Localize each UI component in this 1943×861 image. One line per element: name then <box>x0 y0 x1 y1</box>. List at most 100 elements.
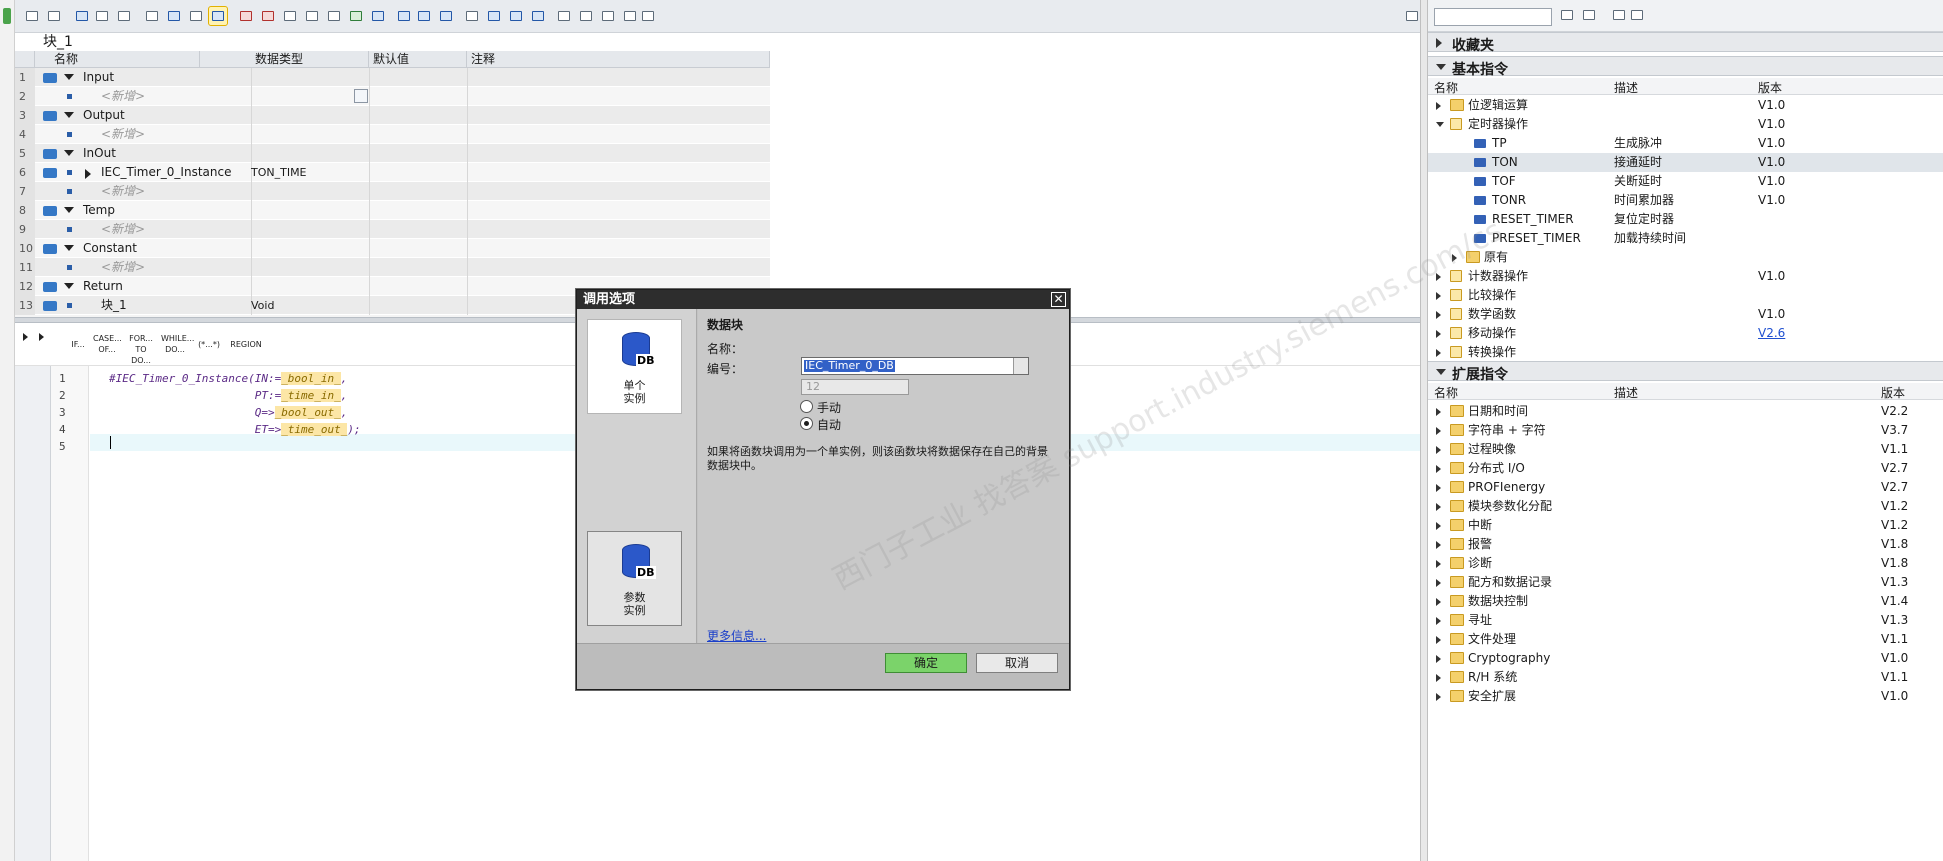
toolbar-button-21[interactable] <box>485 7 503 25</box>
expand-arrow-icon[interactable] <box>1436 617 1441 625</box>
interface-row[interactable]: 6 IEC_Timer_0_Instance TON_TIME <box>15 163 770 182</box>
extended-instruction-item[interactable]: 中断 V1.2 <box>1428 516 1943 535</box>
type-dropdown-button[interactable] <box>354 89 368 103</box>
panel-menu-button[interactable] <box>1923 6 1941 24</box>
toolbar-button-19[interactable] <box>437 7 455 25</box>
collapse-arrow-icon[interactable] <box>64 150 74 156</box>
toolbar-button-27[interactable] <box>621 7 639 25</box>
expand-arrow-icon[interactable] <box>1436 541 1441 549</box>
interface-col-no[interactable] <box>15 51 35 68</box>
close-icon[interactable]: ✕ <box>1051 292 1066 307</box>
interface-col-comment[interactable]: 注释 <box>467 51 770 68</box>
expand-arrow-icon[interactable] <box>1436 311 1441 319</box>
basic-instruction-item[interactable]: 转换操作 <box>1428 343 1943 362</box>
code-line[interactable]: Q=>_bool_out_, <box>109 406 347 419</box>
expand-arrow-icon[interactable] <box>1436 465 1441 473</box>
toolbar-button-18[interactable] <box>415 7 433 25</box>
column-header[interactable]: 名称 <box>1434 79 1458 96</box>
expand-arrow-icon[interactable] <box>1436 655 1441 663</box>
toolbar-button-22[interactable] <box>507 7 525 25</box>
ok-button[interactable]: 确定 <box>885 653 967 673</box>
interface-row[interactable]: 4 <新增> <box>15 125 770 144</box>
toolbar-button-12[interactable] <box>281 7 299 25</box>
case-button[interactable]: CASE... OF... <box>93 333 122 359</box>
interface-row[interactable]: 11 <新增> <box>15 258 770 277</box>
basic-instructions-section[interactable]: 基本指令 <box>1428 56 1943 78</box>
multi-instance-option[interactable]: DB 参数 实例 <box>587 531 682 626</box>
expand-arrow-icon[interactable] <box>1436 349 1441 357</box>
basic-instruction-item[interactable]: 原有 <box>1428 248 1943 267</box>
toolbar-button-5[interactable] <box>115 7 133 25</box>
extended-instruction-item[interactable]: 诊断 V1.8 <box>1428 554 1943 573</box>
toolbar-button-16[interactable] <box>369 7 387 25</box>
interface-col-default[interactable]: 默认值 <box>369 51 467 68</box>
region-button[interactable]: REGION <box>229 339 263 365</box>
toolbar-button-6[interactable] <box>143 7 161 25</box>
basic-instruction-item[interactable]: TP 生成脉冲 V1.0 <box>1428 134 1943 153</box>
db-number-field[interactable]: 12 <box>801 379 909 395</box>
chevron-down-icon[interactable] <box>1013 358 1028 374</box>
interface-row[interactable]: 10 Constant <box>15 239 770 258</box>
instruction-search-input[interactable] <box>1434 8 1552 26</box>
expand-arrow-icon[interactable] <box>1436 598 1441 606</box>
extended-instruction-item[interactable]: PROFIenergy V2.7 <box>1428 478 1943 497</box>
expand-arrow-icon[interactable] <box>1436 503 1441 511</box>
basic-instruction-item[interactable]: RESET_TIMER 复位定时器 <box>1428 210 1943 229</box>
basic-instruction-item[interactable]: TON 接通延时 V1.0 <box>1428 153 1943 172</box>
extended-instruction-item[interactable]: 报警 V1.8 <box>1428 535 1943 554</box>
interface-row[interactable]: 9 <新增> <box>15 220 770 239</box>
interface-row[interactable]: 8 Temp <box>15 201 770 220</box>
expand-arrow-icon[interactable] <box>1436 674 1441 682</box>
expand-arrow-icon[interactable] <box>1436 408 1441 416</box>
panel-splitter[interactable] <box>1420 0 1428 861</box>
single-instance-option[interactable]: DB 单个 实例 <box>587 319 682 414</box>
code-line[interactable]: #IEC_Timer_0_Instance(IN:=_bool_in_, <box>109 372 347 385</box>
interface-row[interactable]: 3 Output <box>15 106 770 125</box>
expand-arrow-icon[interactable] <box>1452 254 1457 262</box>
column-header[interactable]: 版本 <box>1758 79 1782 96</box>
collapse-left-icon[interactable] <box>23 333 28 341</box>
interface-row[interactable]: 2 <新增> <box>15 87 770 106</box>
cancel-button[interactable]: 取消 <box>976 653 1058 673</box>
extended-instruction-item[interactable]: 分布式 I/O V2.7 <box>1428 459 1943 478</box>
basic-instruction-item[interactable]: PRESET_TIMER 加载持续时间 <box>1428 229 1943 248</box>
expand-arrow-icon[interactable] <box>1436 273 1441 281</box>
panel-tool-2[interactable] <box>1580 6 1598 24</box>
toolbar-button-8[interactable] <box>187 7 205 25</box>
extended-instruction-item[interactable]: 字符串 + 字符 V3.7 <box>1428 421 1943 440</box>
for-button[interactable]: FOR... TO DO... <box>127 333 155 365</box>
collapse-arrow-icon[interactable] <box>1436 122 1444 127</box>
expand-arrow-icon[interactable] <box>1436 427 1441 435</box>
toolbar-button-24[interactable] <box>555 7 573 25</box>
extended-instruction-item[interactable]: 数据块控制 V1.4 <box>1428 592 1943 611</box>
extended-instruction-item[interactable]: 安全扩展 V1.0 <box>1428 687 1943 706</box>
expand-arrow-icon[interactable] <box>1436 446 1441 454</box>
code-line[interactable]: ET=>_time_out_); <box>109 423 361 436</box>
interface-col-name[interactable]: 名称 <box>50 51 200 68</box>
toolbar-button-10[interactable] <box>237 7 255 25</box>
toolbar-button-7[interactable] <box>165 7 183 25</box>
extended-instruction-item[interactable]: 文件处理 V1.1 <box>1428 630 1943 649</box>
expand-arrow-icon[interactable] <box>1436 330 1441 338</box>
code-line[interactable]: PT:=_time_in_, <box>109 389 347 402</box>
more-info-link[interactable]: 更多信息... <box>707 627 766 644</box>
interface-row[interactable]: 5 InOut <box>15 144 770 163</box>
column-header[interactable]: 版本 <box>1881 384 1905 401</box>
column-header[interactable]: 描述 <box>1614 79 1638 96</box>
expand-arrow-icon[interactable] <box>1436 636 1441 644</box>
extended-instructions-section[interactable]: 扩展指令 <box>1428 361 1943 383</box>
toolbar-button-17[interactable] <box>395 7 413 25</box>
toolbar-button-9[interactable] <box>208 6 228 26</box>
auto-radio[interactable] <box>800 417 813 430</box>
toolbar-button-13[interactable] <box>303 7 321 25</box>
extended-instruction-item[interactable]: R/H 系统 V1.1 <box>1428 668 1943 687</box>
expand-arrow-icon[interactable] <box>1436 522 1441 530</box>
collapse-right-icon[interactable] <box>39 333 44 341</box>
extended-instruction-item[interactable]: Cryptography V1.0 <box>1428 649 1943 668</box>
basic-instruction-item[interactable]: 数学函数 V1.0 <box>1428 305 1943 324</box>
column-header[interactable]: 名称 <box>1434 384 1458 401</box>
toolbar-button-15[interactable] <box>347 7 365 25</box>
basic-instruction-item[interactable]: 比较操作 <box>1428 286 1943 305</box>
toolbar-button-28[interactable] <box>639 7 657 25</box>
expand-arrow-icon[interactable] <box>1436 693 1441 701</box>
